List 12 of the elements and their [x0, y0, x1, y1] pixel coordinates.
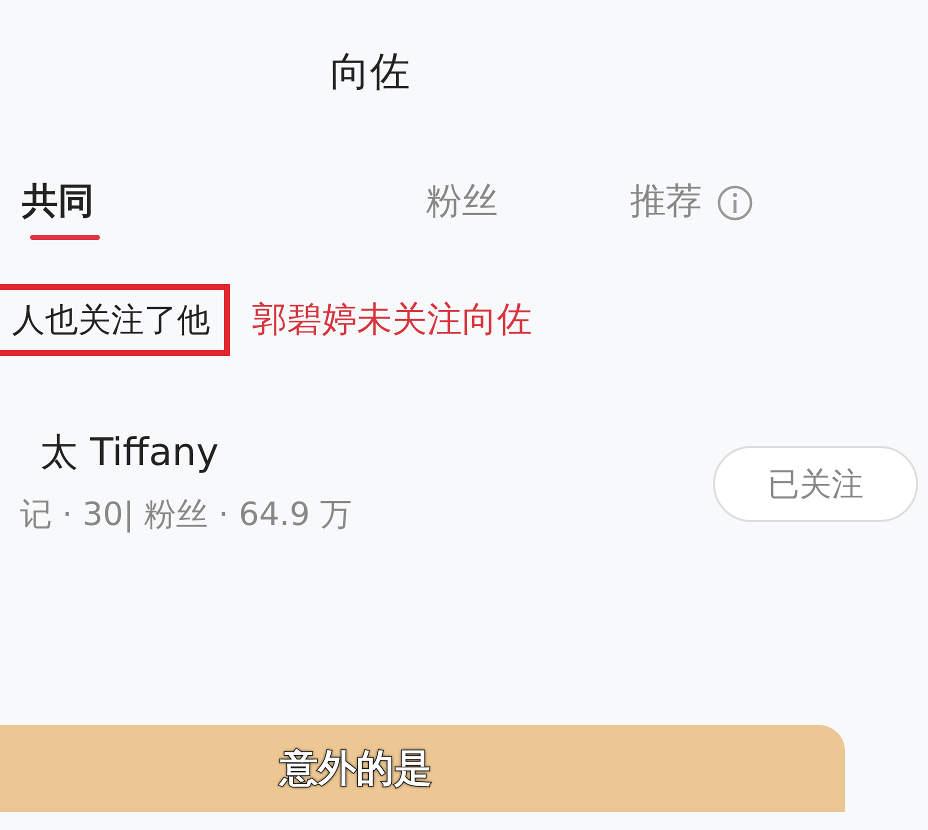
tab[interactable]: 共同 — [22, 180, 94, 224]
user-stats: 记 · 30| 粉丝 · 64.9 万 — [19, 494, 352, 535]
subtitle: 意外的是 — [280, 745, 432, 792]
tab[interactable]: 粉丝 — [426, 180, 498, 224]
section-label: 人也关注了他 — [0, 284, 230, 356]
tab[interactable]: 推荐 — [630, 180, 754, 224]
follow-button[interactable]: 已关注 — [713, 446, 918, 522]
annotation-text: 郭碧婷未关注向佐 — [252, 298, 532, 342]
tab-underline — [30, 235, 100, 240]
info-icon[interactable] — [716, 184, 754, 222]
page-title: 向佐 — [329, 48, 411, 97]
user-name[interactable]: 太 Tiffany — [0, 430, 352, 476]
